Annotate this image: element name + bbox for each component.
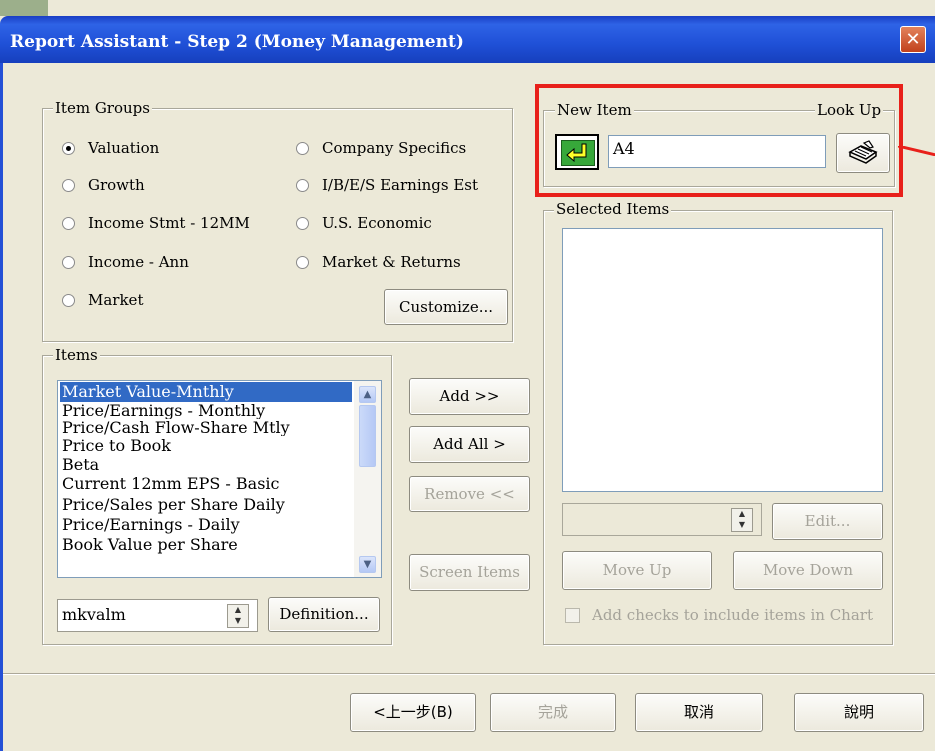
lookup-button[interactable] (836, 133, 890, 173)
remove-button[interactable]: Remove << (409, 476, 530, 512)
scroll-thumb[interactable] (359, 405, 376, 467)
list-item[interactable]: Price to Book (60, 436, 352, 456)
items-scrollbar[interactable]: ▲ ▼ (354, 381, 381, 577)
spin-down-icon[interactable]: ▼ (228, 616, 248, 627)
radio-us-economic[interactable]: U.S. Economic (296, 214, 432, 232)
new-item-legend-text: New Item (557, 101, 632, 119)
book-hand-icon (847, 140, 879, 170)
items-legend-text: Items (55, 346, 98, 364)
radio-us-economic-dot[interactable] (296, 216, 309, 230)
lookup-legend-text: Look Up (817, 101, 882, 119)
radio-valuation[interactable]: Valuation (62, 139, 159, 157)
customize-button[interactable]: Customize... (384, 289, 508, 325)
radio-market-dot[interactable] (62, 293, 75, 307)
radio-market-label: Market (88, 291, 144, 309)
radio-income-ann-dot[interactable] (62, 255, 75, 269)
cancel-button[interactable]: 取消 (635, 693, 763, 732)
add-button[interactable]: Add >> (409, 378, 530, 415)
radio-market-returns[interactable]: Market & Returns (296, 253, 461, 271)
enter-item-button[interactable] (555, 134, 599, 170)
lookup-legend: Look Up (815, 101, 884, 119)
radio-income-stmt-label: Income Stmt - 12MM (88, 214, 250, 232)
radio-growth-dot[interactable] (62, 178, 75, 192)
radio-us-economic-label: U.S. Economic (322, 214, 432, 232)
selected-items-legend: Selected Items (554, 200, 672, 218)
move-up-button[interactable]: Move Up (562, 551, 712, 590)
finish-button[interactable]: 完成 (490, 693, 616, 732)
radio-growth[interactable]: Growth (62, 176, 145, 194)
radio-valuation-label: Valuation (88, 139, 160, 157)
list-item[interactable]: Price/Cash Flow-Share Mtly (60, 419, 352, 436)
definition-button[interactable]: Definition... (268, 597, 380, 632)
spin-up-icon[interactable]: ▲ (732, 509, 752, 520)
callout-line (897, 142, 935, 157)
radio-income-stmt-dot[interactable] (62, 216, 75, 230)
green-arrow-icon (561, 140, 595, 166)
radio-market-returns-dot[interactable] (296, 255, 309, 269)
selected-items-listbox[interactable] (562, 228, 883, 492)
item-groups-legend-text: Item Groups (55, 99, 150, 117)
title-bar[interactable]: Report Assistant - Step 2 (Money Managem… (0, 16, 935, 63)
list-item[interactable]: Price/Earnings - Daily (60, 515, 352, 535)
list-item[interactable]: Current 12mm EPS - Basic (60, 473, 352, 494)
radio-company-specifics-label: Company Specifics (322, 139, 467, 157)
selected-code-field[interactable]: ▲ ▼ (562, 503, 762, 536)
back-button[interactable]: <上一步(B) (350, 693, 476, 732)
chart-checkbox-row[interactable]: Add checks to include items in Chart (565, 606, 873, 624)
move-down-button[interactable]: Move Down (733, 551, 883, 590)
code-value: mkvalm (62, 605, 126, 624)
radio-growth-label: Growth (88, 176, 145, 194)
scroll-down-icon[interactable]: ▼ (359, 556, 376, 573)
item-groups-legend: Item Groups (53, 99, 152, 117)
items-listbox[interactable]: Market Value-Mnthly Price/Earnings - Mon… (57, 380, 382, 578)
chart-checkbox[interactable] (565, 607, 580, 623)
code-spinner[interactable]: ▲ ▼ (227, 604, 249, 628)
footer-divider (3, 673, 935, 675)
radio-ibes[interactable]: I/B/E/S Earnings Est (296, 176, 478, 194)
new-item-value: A4 (613, 139, 635, 158)
window-title: Report Assistant - Step 2 (Money Managem… (10, 32, 464, 52)
radio-company-specifics[interactable]: Company Specifics (296, 139, 466, 157)
close-button[interactable]: ✕ (900, 26, 926, 53)
new-item-input[interactable]: A4 (608, 135, 826, 168)
list-item[interactable]: Book Value per Share (60, 535, 352, 555)
list-item[interactable]: Price/Sales per Share Daily (60, 494, 352, 515)
code-field[interactable]: mkvalm ▲ ▼ (57, 599, 258, 632)
items-list: Market Value-Mnthly Price/Earnings - Mon… (60, 382, 352, 555)
spin-up-icon[interactable]: ▲ (228, 605, 248, 616)
radio-market-returns-label: Market & Returns (322, 253, 461, 271)
radio-income-stmt[interactable]: Income Stmt - 12MM (62, 214, 250, 232)
radio-ibes-label: I/B/E/S Earnings Est (322, 176, 479, 194)
new-item-legend: New Item (555, 101, 634, 119)
list-item[interactable]: Price/Earnings - Monthly (60, 402, 352, 419)
chart-checkbox-label: Add checks to include items in Chart (592, 606, 873, 624)
help-button[interactable]: 說明 (794, 693, 924, 732)
screen-items-button[interactable]: Screen Items (409, 554, 530, 591)
window-frame (0, 63, 3, 751)
radio-ibes-dot[interactable] (296, 178, 309, 192)
items-legend: Items (53, 346, 100, 364)
background-corner (0, 0, 48, 16)
spin-down-icon[interactable]: ▼ (732, 520, 752, 531)
edit-button[interactable]: Edit... (772, 503, 883, 540)
selected-items-legend-text: Selected Items (556, 200, 670, 218)
add-all-button[interactable]: Add All > (409, 426, 530, 463)
selected-spinner[interactable]: ▲ ▼ (731, 508, 753, 532)
radio-income-ann[interactable]: Income - Ann (62, 253, 189, 271)
radio-company-specifics-dot[interactable] (296, 141, 309, 155)
radio-income-ann-label: Income - Ann (88, 253, 189, 271)
scroll-up-icon[interactable]: ▲ (359, 386, 376, 403)
list-item[interactable]: Beta (60, 456, 352, 473)
radio-valuation-dot[interactable] (62, 141, 75, 155)
list-item[interactable]: Market Value-Mnthly (60, 382, 352, 402)
radio-market[interactable]: Market (62, 291, 143, 309)
